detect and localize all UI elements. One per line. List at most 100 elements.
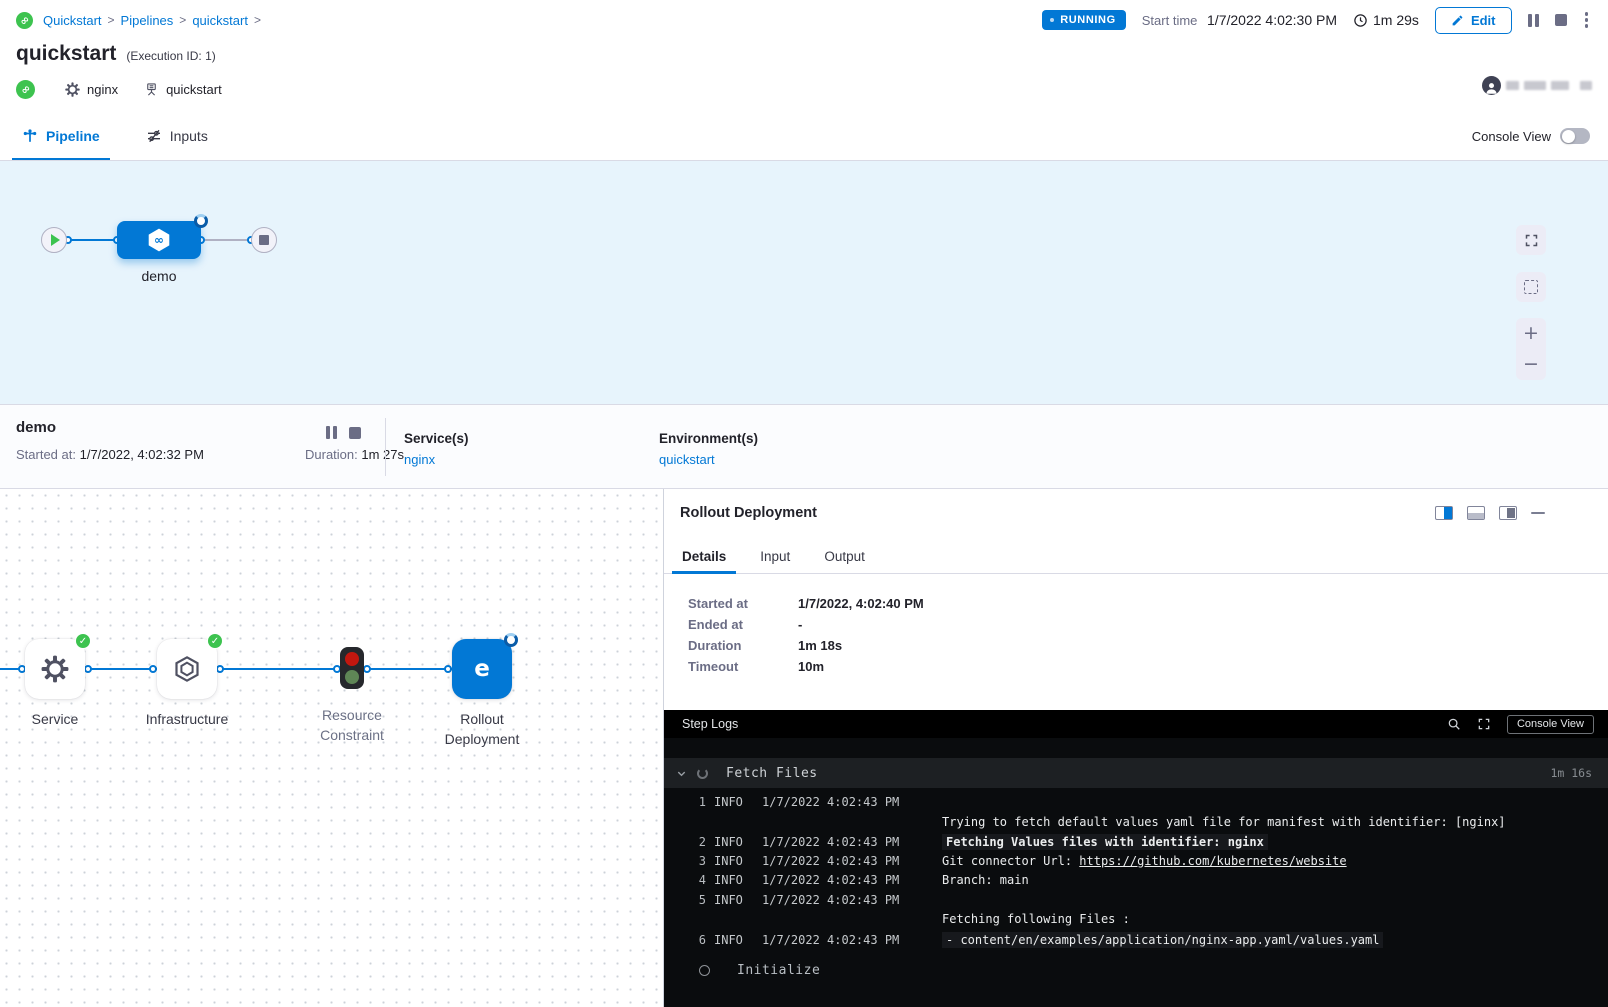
panel-title: Rollout Deployment: [680, 505, 817, 521]
stop-icon: [259, 235, 269, 245]
tab-details[interactable]: Details: [680, 543, 728, 573]
breadcrumb-link-pipelines[interactable]: Pipelines: [121, 13, 174, 28]
layout-bottom-panel-button[interactable]: [1467, 506, 1485, 520]
pipeline-end-node[interactable]: [251, 227, 277, 253]
environment-tag[interactable]: quickstart: [144, 82, 222, 97]
detail-row-ended-at: Ended at-: [688, 617, 1608, 632]
divider: [385, 418, 386, 476]
page-title: quickstart (Execution ID: 1): [16, 42, 216, 66]
running-spinner-icon: [504, 633, 518, 647]
step-details-table: Started at1/7/2022, 4:02:40 PM Ended at-…: [664, 574, 1608, 680]
redacted-text: [1524, 81, 1546, 90]
search-icon[interactable]: [1447, 717, 1461, 731]
canvas-zoom-controls: + −: [1516, 318, 1546, 380]
breadcrumb-separator: >: [108, 13, 115, 27]
step-node-rollout-deployment[interactable]: e: [452, 639, 512, 699]
detail-row-duration: Duration1m 18s: [688, 638, 1608, 653]
running-spinner-icon: [194, 214, 208, 228]
log-line: Trying to fetch default values yaml file…: [664, 815, 1608, 835]
execution-id: (Execution ID: 1): [126, 49, 215, 63]
canvas-select-button[interactable]: [1516, 272, 1546, 302]
tags-row: ∞ nginx quickstart: [16, 78, 222, 100]
tab-inputs[interactable]: Inputs: [142, 112, 212, 160]
log-link-git-connector[interactable]: https://github.com/kubernetes/website: [1079, 854, 1346, 868]
breadcrumb-separator: >: [254, 13, 261, 27]
environment-link[interactable]: quickstart: [659, 452, 758, 467]
step-node-infrastructure[interactable]: ✓: [157, 639, 217, 699]
log-line: Fetching following Files :: [664, 912, 1608, 932]
pencil-icon: [1451, 14, 1464, 27]
step-logs-title: Step Logs: [682, 717, 738, 731]
pending-circle-icon: [699, 965, 710, 976]
redacted-text: [1580, 81, 1592, 90]
stage-node-demo[interactable]: ∞: [117, 221, 201, 259]
service-link[interactable]: nginx: [404, 452, 469, 467]
clock-icon: [1353, 13, 1368, 28]
view-tab-bar: Pipeline Inputs Console View: [0, 112, 1608, 161]
stage-cd-icon: ∞: [146, 227, 172, 253]
step-node-service[interactable]: ✓: [25, 639, 85, 699]
log-line: 5INFO1/7/2022 4:02:43 PM: [664, 893, 1608, 913]
log-lines: 1INFO1/7/2022 4:02:43 PM Trying to fetch…: [664, 788, 1608, 951]
tab-pipeline[interactable]: Pipeline: [18, 112, 104, 160]
log-line: 3INFO1/7/2022 4:02:43 PM Git connector U…: [664, 854, 1608, 874]
hexagon-icon: [173, 655, 201, 683]
tab-input[interactable]: Input: [758, 543, 792, 573]
breadcrumb-link-project[interactable]: Quickstart: [43, 13, 102, 28]
panel-tab-bar: Details Input Output: [664, 543, 1608, 574]
step-label-infrastructure: Infrastructure: [132, 709, 242, 729]
step-logs-console: Step Logs Console View Fetch Files 1m 16…: [664, 710, 1608, 1007]
summary-stage-name: demo: [16, 419, 56, 436]
traffic-green-light-icon: [345, 670, 359, 684]
cd-module-icon: ∞: [16, 80, 35, 99]
step-node-resource-constraint[interactable]: [340, 647, 364, 689]
section-title: Initialize: [737, 963, 820, 978]
step-label-resource-constraint: Resource Constraint: [303, 705, 401, 746]
edge-dot: [84, 665, 92, 673]
service-tag[interactable]: nginx: [65, 82, 118, 97]
gear-icon: [41, 655, 69, 683]
summary-duration: Duration: 1m 27s: [305, 447, 404, 462]
log-line: 2INFO1/7/2022 4:02:43 PMFetching Values …: [664, 834, 1608, 854]
layout-overlay-panel-button[interactable]: [1499, 506, 1517, 520]
stop-button[interactable]: [1555, 14, 1567, 26]
avatar[interactable]: [1482, 76, 1501, 95]
breadcrumb-link-pipeline[interactable]: quickstart: [192, 13, 248, 28]
log-section-fetch-files[interactable]: Fetch Files 1m 16s: [664, 758, 1608, 788]
pause-button[interactable]: [1528, 14, 1539, 27]
start-time: Start time 1/7/2022 4:02:30 PM: [1142, 12, 1337, 28]
pipeline-start-node[interactable]: [41, 227, 67, 253]
stage-stop-button[interactable]: [349, 427, 361, 439]
edge: [85, 668, 157, 670]
layout-right-panel-button[interactable]: [1435, 506, 1453, 520]
inputs-icon: [146, 128, 162, 144]
edge-dot: [149, 665, 157, 673]
expand-logs-icon[interactable]: [1477, 717, 1491, 731]
console-view-toggle[interactable]: [1560, 128, 1590, 144]
stage-pause-button[interactable]: [326, 426, 337, 439]
pipeline-stage-canvas[interactable]: ∞ demo + −: [0, 161, 1608, 404]
section-title: Fetch Files: [726, 766, 818, 781]
log-line: 6INFO1/7/2022 4:02:43 PM- content/en/exa…: [664, 932, 1608, 952]
console-view-button[interactable]: Console View: [1507, 715, 1594, 734]
detail-row-started-at: Started at1/7/2022, 4:02:40 PM: [688, 596, 1608, 611]
console-view-label: Console View: [1472, 129, 1551, 144]
summary-environments: Environment(s) quickstart: [659, 431, 758, 467]
more-options-icon[interactable]: [1583, 10, 1591, 30]
zoom-out-button[interactable]: −: [1523, 355, 1539, 374]
person-icon: [1484, 80, 1499, 95]
edge-start-to-stage: [67, 239, 117, 241]
traffic-red-light-icon: [345, 652, 359, 666]
fullscreen-icon: [1524, 233, 1539, 248]
edit-button[interactable]: Edit: [1435, 7, 1512, 34]
canvas-fullscreen-button[interactable]: [1516, 225, 1546, 255]
step-label-service: Service: [0, 709, 110, 729]
log-section-initialize[interactable]: Initialize: [664, 963, 1608, 978]
chevron-down-icon: [676, 768, 687, 779]
tab-output[interactable]: Output: [822, 543, 867, 573]
zoom-in-button[interactable]: +: [1523, 324, 1539, 343]
log-line: 4INFO1/7/2022 4:02:43 PMBranch: main: [664, 873, 1608, 893]
summary-services: Service(s) nginx: [404, 431, 469, 467]
execution-steps-canvas[interactable]: ✓ ✓ e Service Infrastructure Resource Co…: [0, 489, 663, 1007]
minimize-panel-button[interactable]: [1531, 512, 1545, 515]
